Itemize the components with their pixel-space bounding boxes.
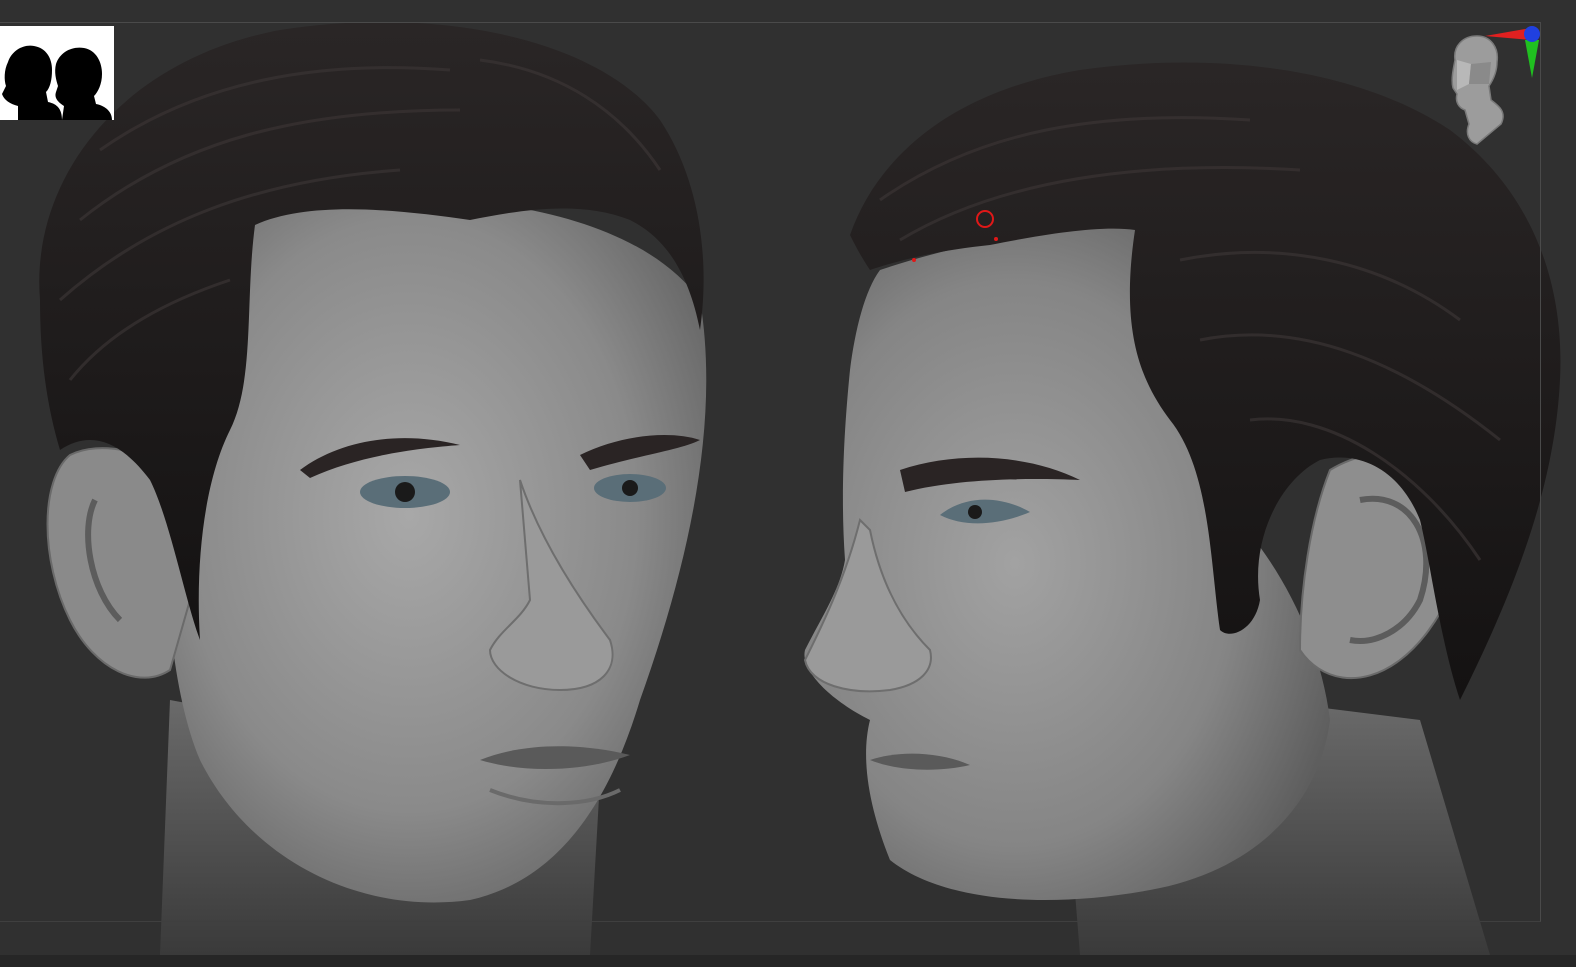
z-axis-dot[interactable]: [1524, 26, 1540, 42]
head-orientation-icon: [1451, 26, 1540, 145]
sculpt-canvas[interactable]: [0, 0, 1576, 967]
y-axis-arrow[interactable]: [1525, 40, 1539, 78]
front-three-quarter-head: [39, 22, 707, 955]
sculpt-viewport[interactable]: [0, 0, 1576, 967]
navigation-gizmo[interactable]: [1435, 20, 1550, 150]
bottom-edge: [0, 955, 1576, 967]
thumbnail-view[interactable]: [0, 26, 114, 120]
silhouette-heads-icon: [0, 26, 114, 120]
side-profile-head: [803, 62, 1561, 955]
